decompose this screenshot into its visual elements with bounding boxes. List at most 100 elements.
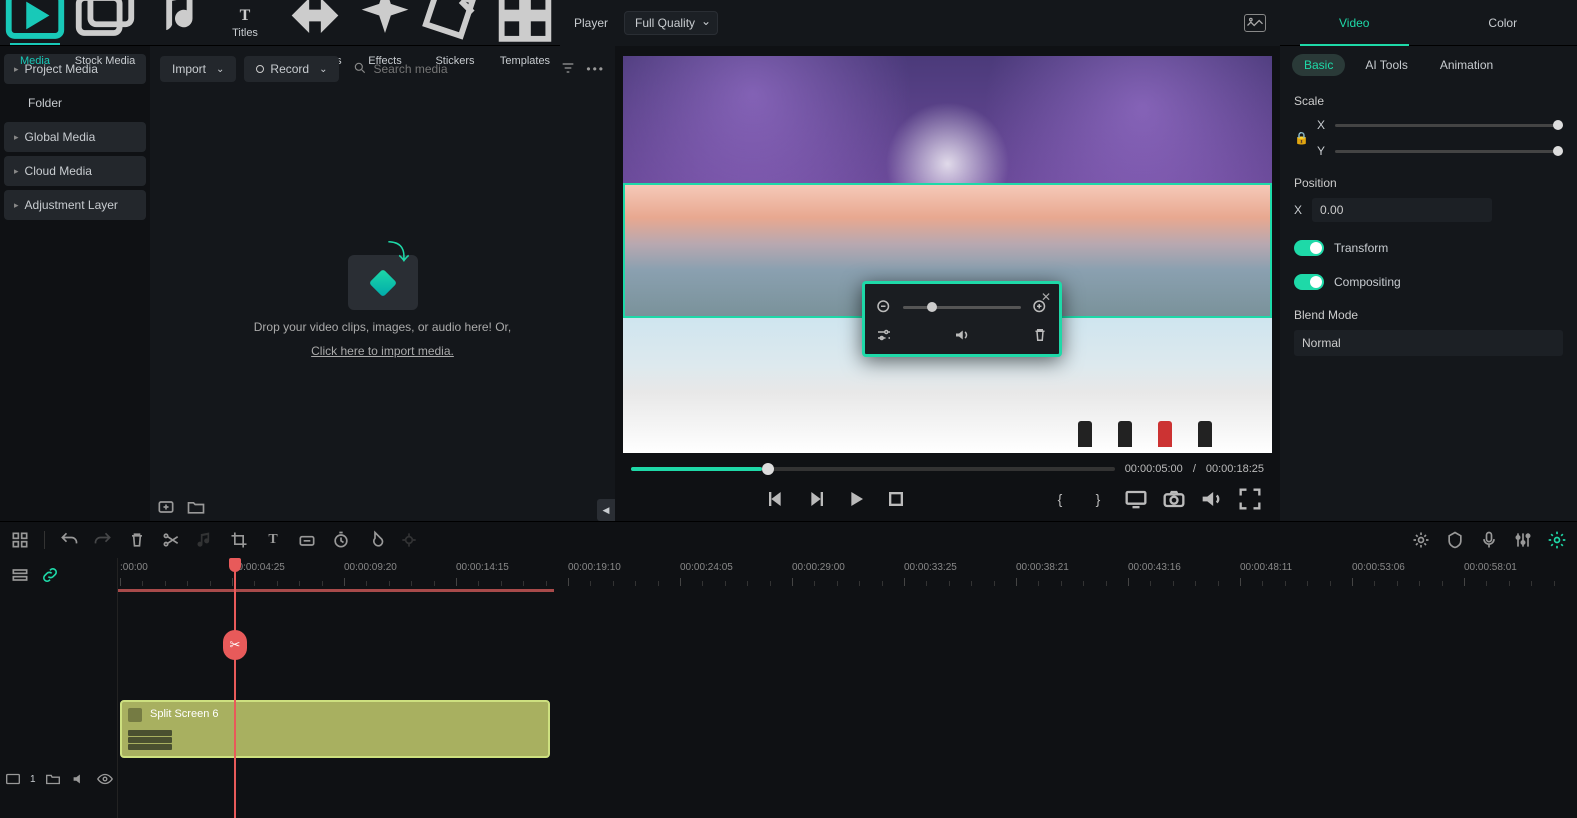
playhead[interactable]: ✂	[234, 558, 236, 818]
camera-icon[interactable]	[1160, 485, 1188, 513]
redo-icon[interactable]	[93, 530, 113, 550]
position-x-label: X	[1294, 203, 1302, 217]
split-icon[interactable]	[161, 530, 181, 550]
delete-timeline-icon[interactable]	[127, 530, 147, 550]
mark-in-icon[interactable]: {	[1046, 485, 1074, 513]
mic-icon[interactable]	[1479, 530, 1499, 550]
position-x-input[interactable]	[1312, 198, 1492, 222]
zoom-slider[interactable]	[903, 306, 1021, 309]
more-icon[interactable]: •••	[586, 62, 605, 76]
music-icon[interactable]	[195, 530, 215, 550]
fullscreen-button[interactable]	[1236, 485, 1264, 513]
mark-out-icon[interactable]: }	[1084, 485, 1112, 513]
adjust-icon[interactable]	[875, 326, 893, 344]
link-icon[interactable]	[40, 565, 60, 585]
filter-icon[interactable]	[560, 60, 576, 79]
mixer-icon[interactable]	[1513, 530, 1533, 550]
prev-frame-button[interactable]	[762, 485, 790, 513]
top-tab-audio[interactable]: Audio	[140, 0, 210, 45]
color-icon[interactable]	[365, 530, 385, 550]
volume-button[interactable]	[1198, 485, 1226, 513]
timeline-view-icon[interactable]	[10, 565, 30, 585]
crop-icon[interactable]	[229, 530, 249, 550]
compositing-label: Compositing	[1334, 275, 1401, 289]
snapshot-icon[interactable]	[1244, 14, 1266, 32]
chevron-right-icon: ▸	[14, 166, 19, 177]
panel-tab-color[interactable]: Color	[1429, 0, 1577, 46]
top-tab-label: Stock Media	[75, 55, 136, 67]
keyframe-icon[interactable]	[399, 530, 419, 550]
import-media-link[interactable]: Click here to import media.	[311, 344, 454, 358]
diamond-icon	[368, 268, 396, 296]
download-arrow-icon: ⤵	[387, 235, 409, 267]
timer-icon[interactable]	[331, 530, 351, 550]
marker-icon[interactable]	[1445, 530, 1465, 550]
preview-strip-1	[623, 56, 1272, 183]
scale-label: Scale	[1294, 94, 1563, 108]
compositing-toggle[interactable]	[1294, 274, 1324, 290]
track-visibility-icon[interactable]	[96, 770, 114, 788]
volume-icon[interactable]	[953, 326, 971, 344]
sidebar-item-adjustment-layer[interactable]: ▸Adjustment Layer	[4, 190, 146, 220]
panel-tab-video[interactable]: Video	[1280, 0, 1429, 46]
collapse-sidebar-button[interactable]: ◀	[597, 499, 615, 521]
text-icon[interactable]: T	[263, 530, 283, 550]
search-icon	[353, 61, 367, 78]
titles-icon: T	[240, 7, 251, 25]
ai-icon[interactable]	[1547, 530, 1567, 550]
top-tab-media[interactable]: Media	[0, 0, 70, 45]
sidebar-item-global-media[interactable]: ▸Global Media	[4, 122, 146, 152]
sidebar-item-cloud-media[interactable]: ▸Cloud Media	[4, 156, 146, 186]
drop-zone[interactable]: ⤵ Drop your video clips, images, or audi…	[150, 92, 615, 521]
undo-icon[interactable]	[59, 530, 79, 550]
top-tab-effects[interactable]: Effects	[350, 0, 420, 45]
new-bin-icon[interactable]	[156, 497, 176, 517]
import-button[interactable]: Import	[160, 56, 236, 82]
chevron-right-icon: ▸	[14, 200, 19, 211]
quality-select[interactable]: Full Quality	[624, 11, 718, 35]
track-type-icon[interactable]	[4, 770, 22, 788]
close-icon[interactable]: ✕	[1041, 290, 1051, 304]
split-screen-icon	[128, 708, 142, 722]
scale-x-slider[interactable]	[1335, 124, 1563, 127]
top-tab-titles[interactable]: T Titles	[210, 0, 280, 45]
new-folder-icon[interactable]	[186, 497, 206, 517]
progress-bar[interactable]	[631, 467, 1115, 471]
player-canvas[interactable]: ✕	[623, 56, 1272, 453]
blend-mode-select[interactable]: Normal	[1294, 330, 1563, 356]
sidebar-item-folder[interactable]: Folder	[4, 88, 146, 118]
subtab-ai-tools[interactable]: AI Tools	[1353, 54, 1419, 76]
top-tab-transitions[interactable]: Transitions	[280, 0, 350, 45]
track-folder-icon[interactable]	[44, 770, 62, 788]
chevron-right-icon: ▸	[14, 132, 19, 143]
top-tab-stickers[interactable]: Stickers	[420, 0, 490, 45]
play-button[interactable]	[842, 485, 870, 513]
next-frame-button[interactable]	[802, 485, 830, 513]
layout-icon[interactable]	[10, 530, 30, 550]
record-button[interactable]: Record	[244, 56, 339, 82]
search-input[interactable]	[373, 62, 503, 76]
track-mute-icon[interactable]	[70, 770, 88, 788]
split-handle[interactable]: ✂	[223, 630, 247, 660]
timeline-ruler[interactable]: :00:0000:00:04:2500:00:09:2000:00:14:150…	[118, 558, 1577, 592]
top-tab-stock-media[interactable]: Stock Media	[70, 0, 140, 45]
speed-icon[interactable]	[297, 530, 317, 550]
scale-y-slider[interactable]	[1335, 150, 1563, 153]
lock-icon[interactable]: 🔒	[1294, 131, 1309, 145]
chevron-right-icon: ▸	[14, 64, 19, 75]
transform-toggle[interactable]	[1294, 240, 1324, 256]
time-separator: /	[1193, 463, 1196, 475]
delete-icon[interactable]	[1031, 326, 1049, 344]
subtab-basic[interactable]: Basic	[1292, 54, 1345, 76]
timeline-clip[interactable]: Split Screen 6	[120, 700, 550, 758]
scale-y-label: Y	[1317, 144, 1325, 158]
top-tab-templates[interactable]: Templates	[490, 0, 560, 45]
subtab-animation[interactable]: Animation	[1428, 54, 1505, 76]
blend-mode-label: Blend Mode	[1294, 308, 1563, 322]
display-icon[interactable]	[1122, 485, 1150, 513]
stock-media-icon	[70, 0, 140, 53]
stop-button[interactable]	[882, 485, 910, 513]
zoom-out-icon[interactable]	[875, 298, 893, 316]
render-icon[interactable]	[1411, 530, 1431, 550]
time-current: 00:00:05:00	[1125, 463, 1183, 475]
